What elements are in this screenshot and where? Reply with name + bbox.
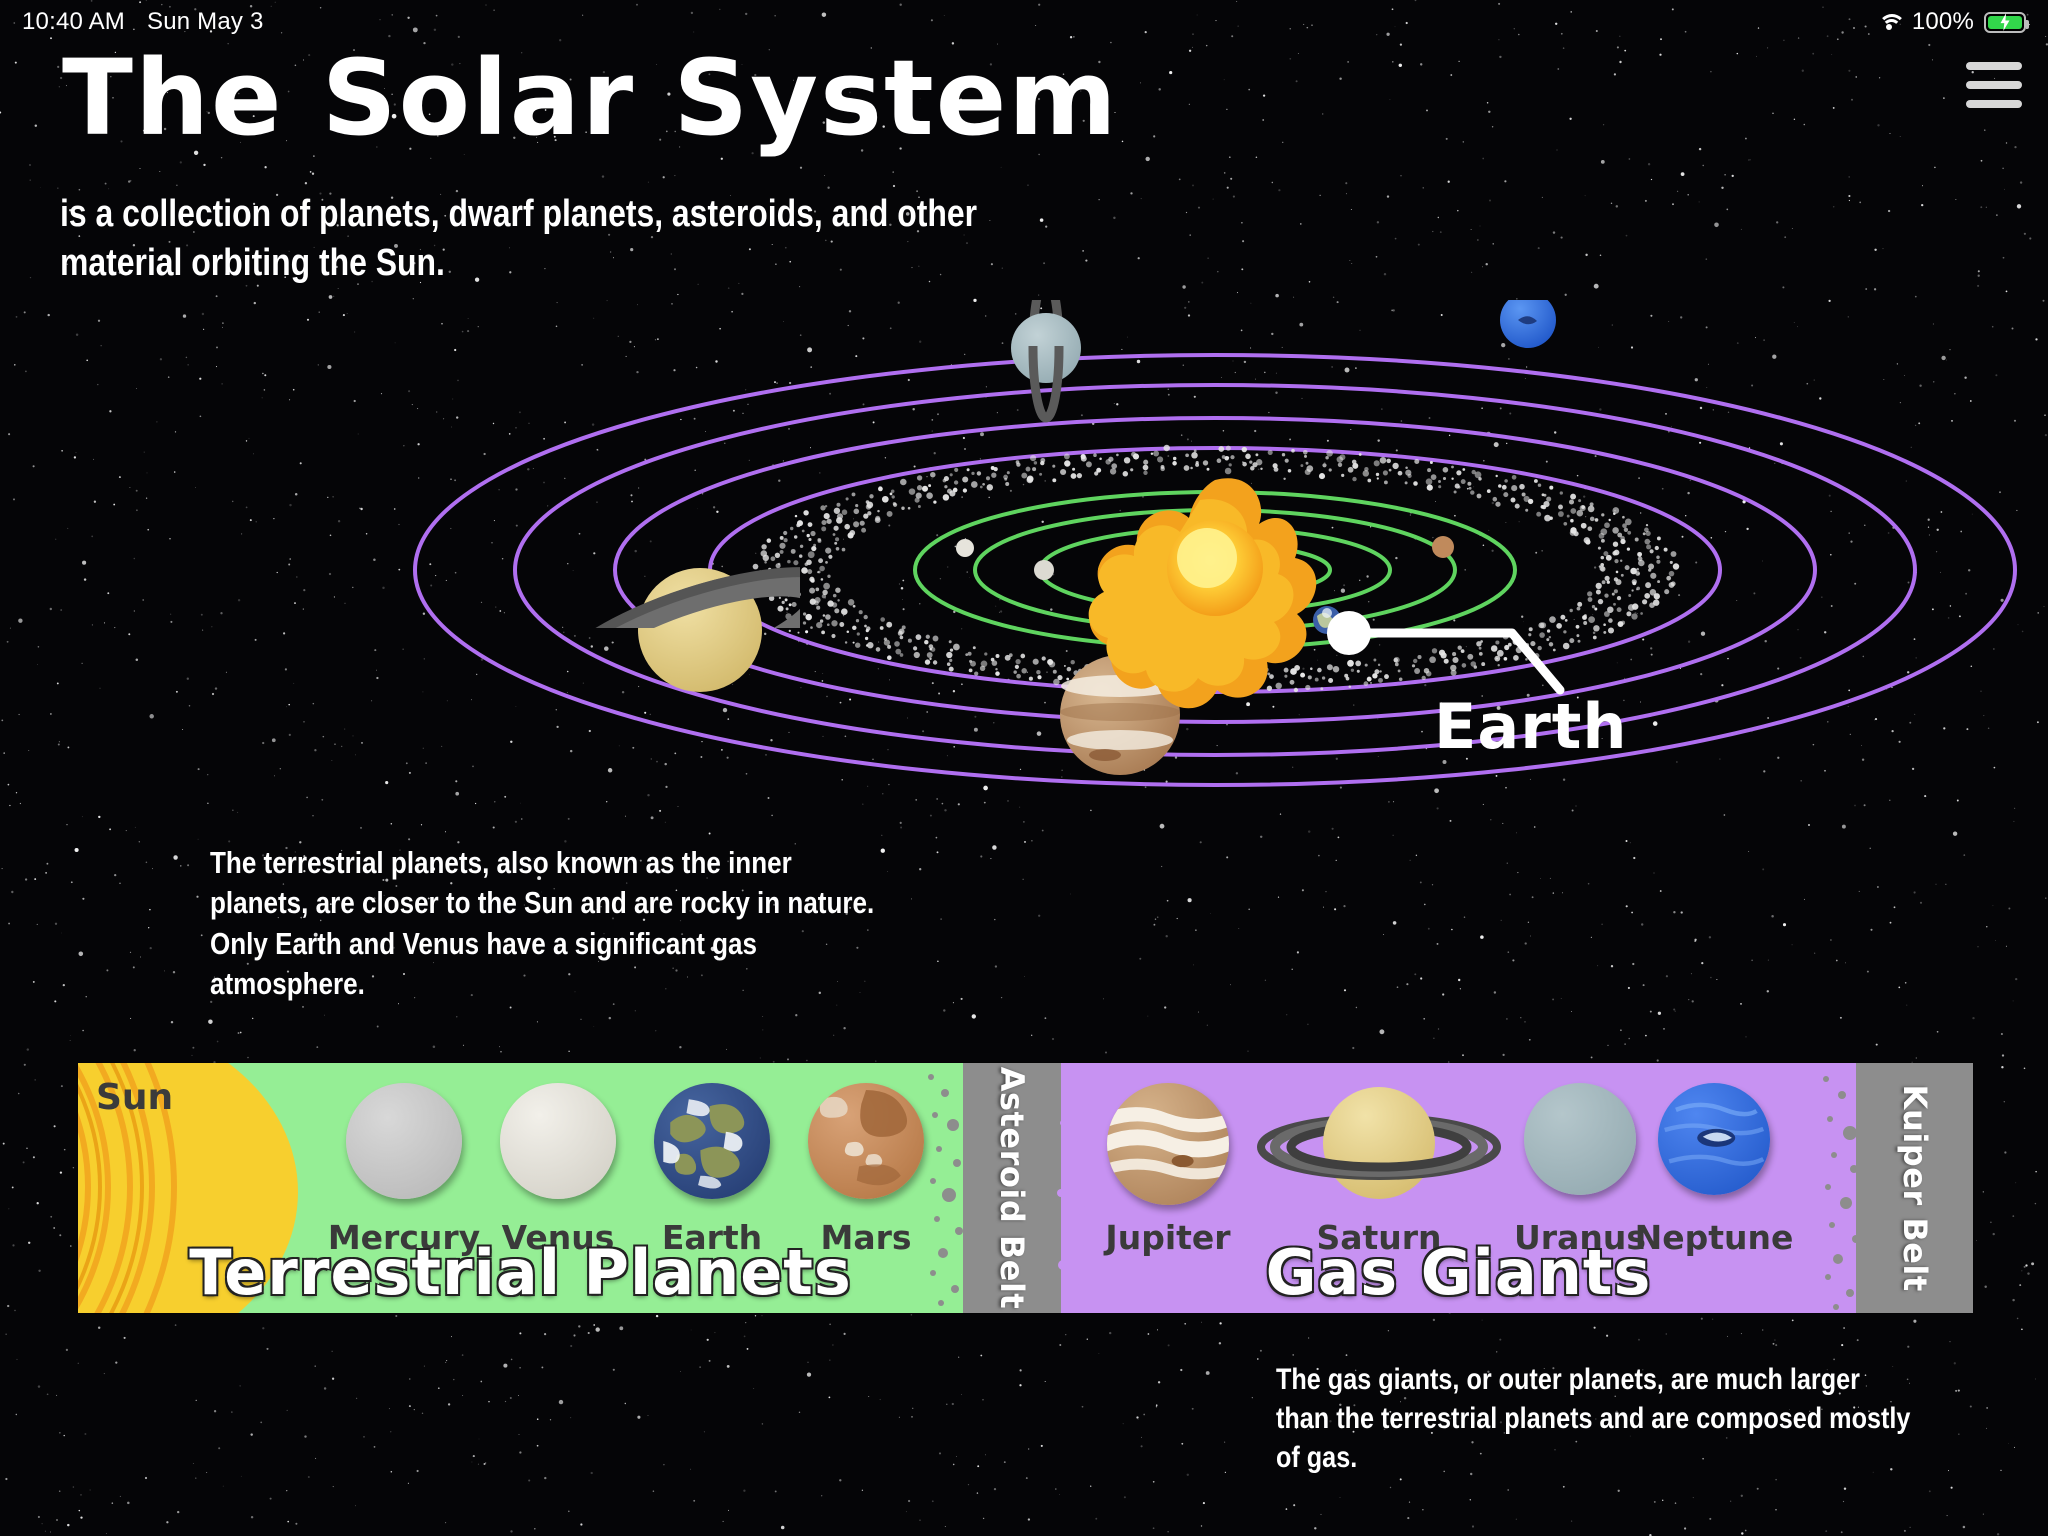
gas-giants-segment: Jupiter Saturn Uranus Neptune Gas Giants bbox=[1057, 1063, 1860, 1313]
status-time: 10:40 AM bbox=[22, 8, 126, 35]
neptune-features bbox=[1664, 1102, 1765, 1166]
solar-system-diagram bbox=[413, 300, 2017, 787]
status-bar-left: 10:40 AM Sun May 3 bbox=[22, 8, 264, 36]
earth-callout-label: Earth bbox=[1434, 690, 1628, 763]
hamburger-bar bbox=[1966, 62, 2022, 70]
status-date: Sun May 3 bbox=[147, 8, 264, 35]
hamburger-bar bbox=[1966, 81, 2022, 89]
asteroid-belt-label: Asteroid Belt bbox=[993, 1066, 1031, 1310]
band-planet-uranus[interactable] bbox=[1524, 1083, 1636, 1195]
band-planet-earth[interactable] bbox=[654, 1083, 770, 1199]
battery-charging-icon bbox=[1984, 11, 2029, 33]
band-planet-saturn[interactable] bbox=[1254, 1085, 1504, 1215]
terrestrial-segment: Sun Mercury Venus Earth Mars Terrestrial… bbox=[78, 1063, 963, 1313]
asteroid-belt-segment: Asteroid Belt bbox=[963, 1063, 1061, 1313]
kuiper-belt-segment: Kuiper Belt bbox=[1856, 1063, 1973, 1313]
status-bar-right: 100% bbox=[1876, 8, 2029, 36]
diagram-planet-venus bbox=[1034, 560, 1054, 580]
page-title: The Solar System bbox=[62, 37, 1119, 159]
battery-percent-label: 100% bbox=[1911, 8, 1974, 35]
hamburger-bar bbox=[1966, 100, 2022, 108]
earth-continents bbox=[663, 1099, 745, 1189]
kuiper-belt-label: Kuiper Belt bbox=[1895, 1084, 1934, 1292]
saturn-with-rings bbox=[1257, 1087, 1501, 1199]
page-subtitle: is a collection of planets, dwarf planet… bbox=[60, 193, 978, 284]
status-bar: 10:40 AM Sun May 3 100% bbox=[0, 0, 2048, 44]
band-planet-mercury[interactable] bbox=[346, 1083, 462, 1199]
planet-classification-band: Sun Mercury Venus Earth Mars Terrestrial… bbox=[78, 1063, 1973, 1313]
jupiter-bands bbox=[1107, 1107, 1229, 1180]
gas-giants-note: The gas giants, or outer planets, are mu… bbox=[1276, 1363, 1911, 1474]
diagram-planet-neptune bbox=[1500, 300, 1556, 348]
band-planet-jupiter[interactable] bbox=[1107, 1083, 1229, 1205]
band-planet-mars[interactable] bbox=[808, 1083, 924, 1199]
diagram-planet-mars bbox=[1432, 536, 1454, 558]
wifi-icon bbox=[1876, 12, 1906, 32]
band-planet-neptune[interactable] bbox=[1658, 1083, 1770, 1195]
mars-surface bbox=[819, 1089, 908, 1186]
hamburger-menu-icon[interactable] bbox=[1966, 62, 2022, 108]
sun-label: Sun bbox=[96, 1077, 174, 1118]
diagram-planet-mercury2 bbox=[956, 539, 974, 557]
diagram-planet-uranus bbox=[1011, 300, 1081, 423]
terrestrial-planets-note: The terrestrial planets, also known as t… bbox=[210, 845, 875, 1001]
gas-giants-category-label: Gas Giants bbox=[1265, 1236, 1652, 1309]
terrestrial-category-label: Terrestrial Planets bbox=[189, 1236, 852, 1309]
band-planet-venus[interactable] bbox=[500, 1083, 616, 1199]
